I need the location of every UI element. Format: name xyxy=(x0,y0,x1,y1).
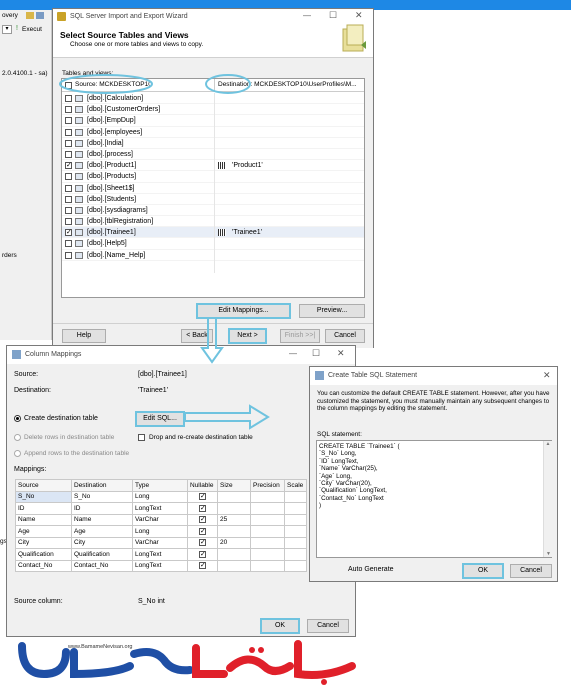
highlight-overlay xyxy=(59,74,270,430)
edit-sql-arrow xyxy=(184,404,270,430)
source-highlight-ellipse xyxy=(59,74,153,94)
watermark-url: www.BamameNevisan.org xyxy=(68,644,133,650)
destination-highlight-ellipse xyxy=(205,74,251,94)
edit-mappings-arrow xyxy=(200,317,224,364)
watermark-logo: www.BamameNevisan.org xyxy=(16,638,361,688)
